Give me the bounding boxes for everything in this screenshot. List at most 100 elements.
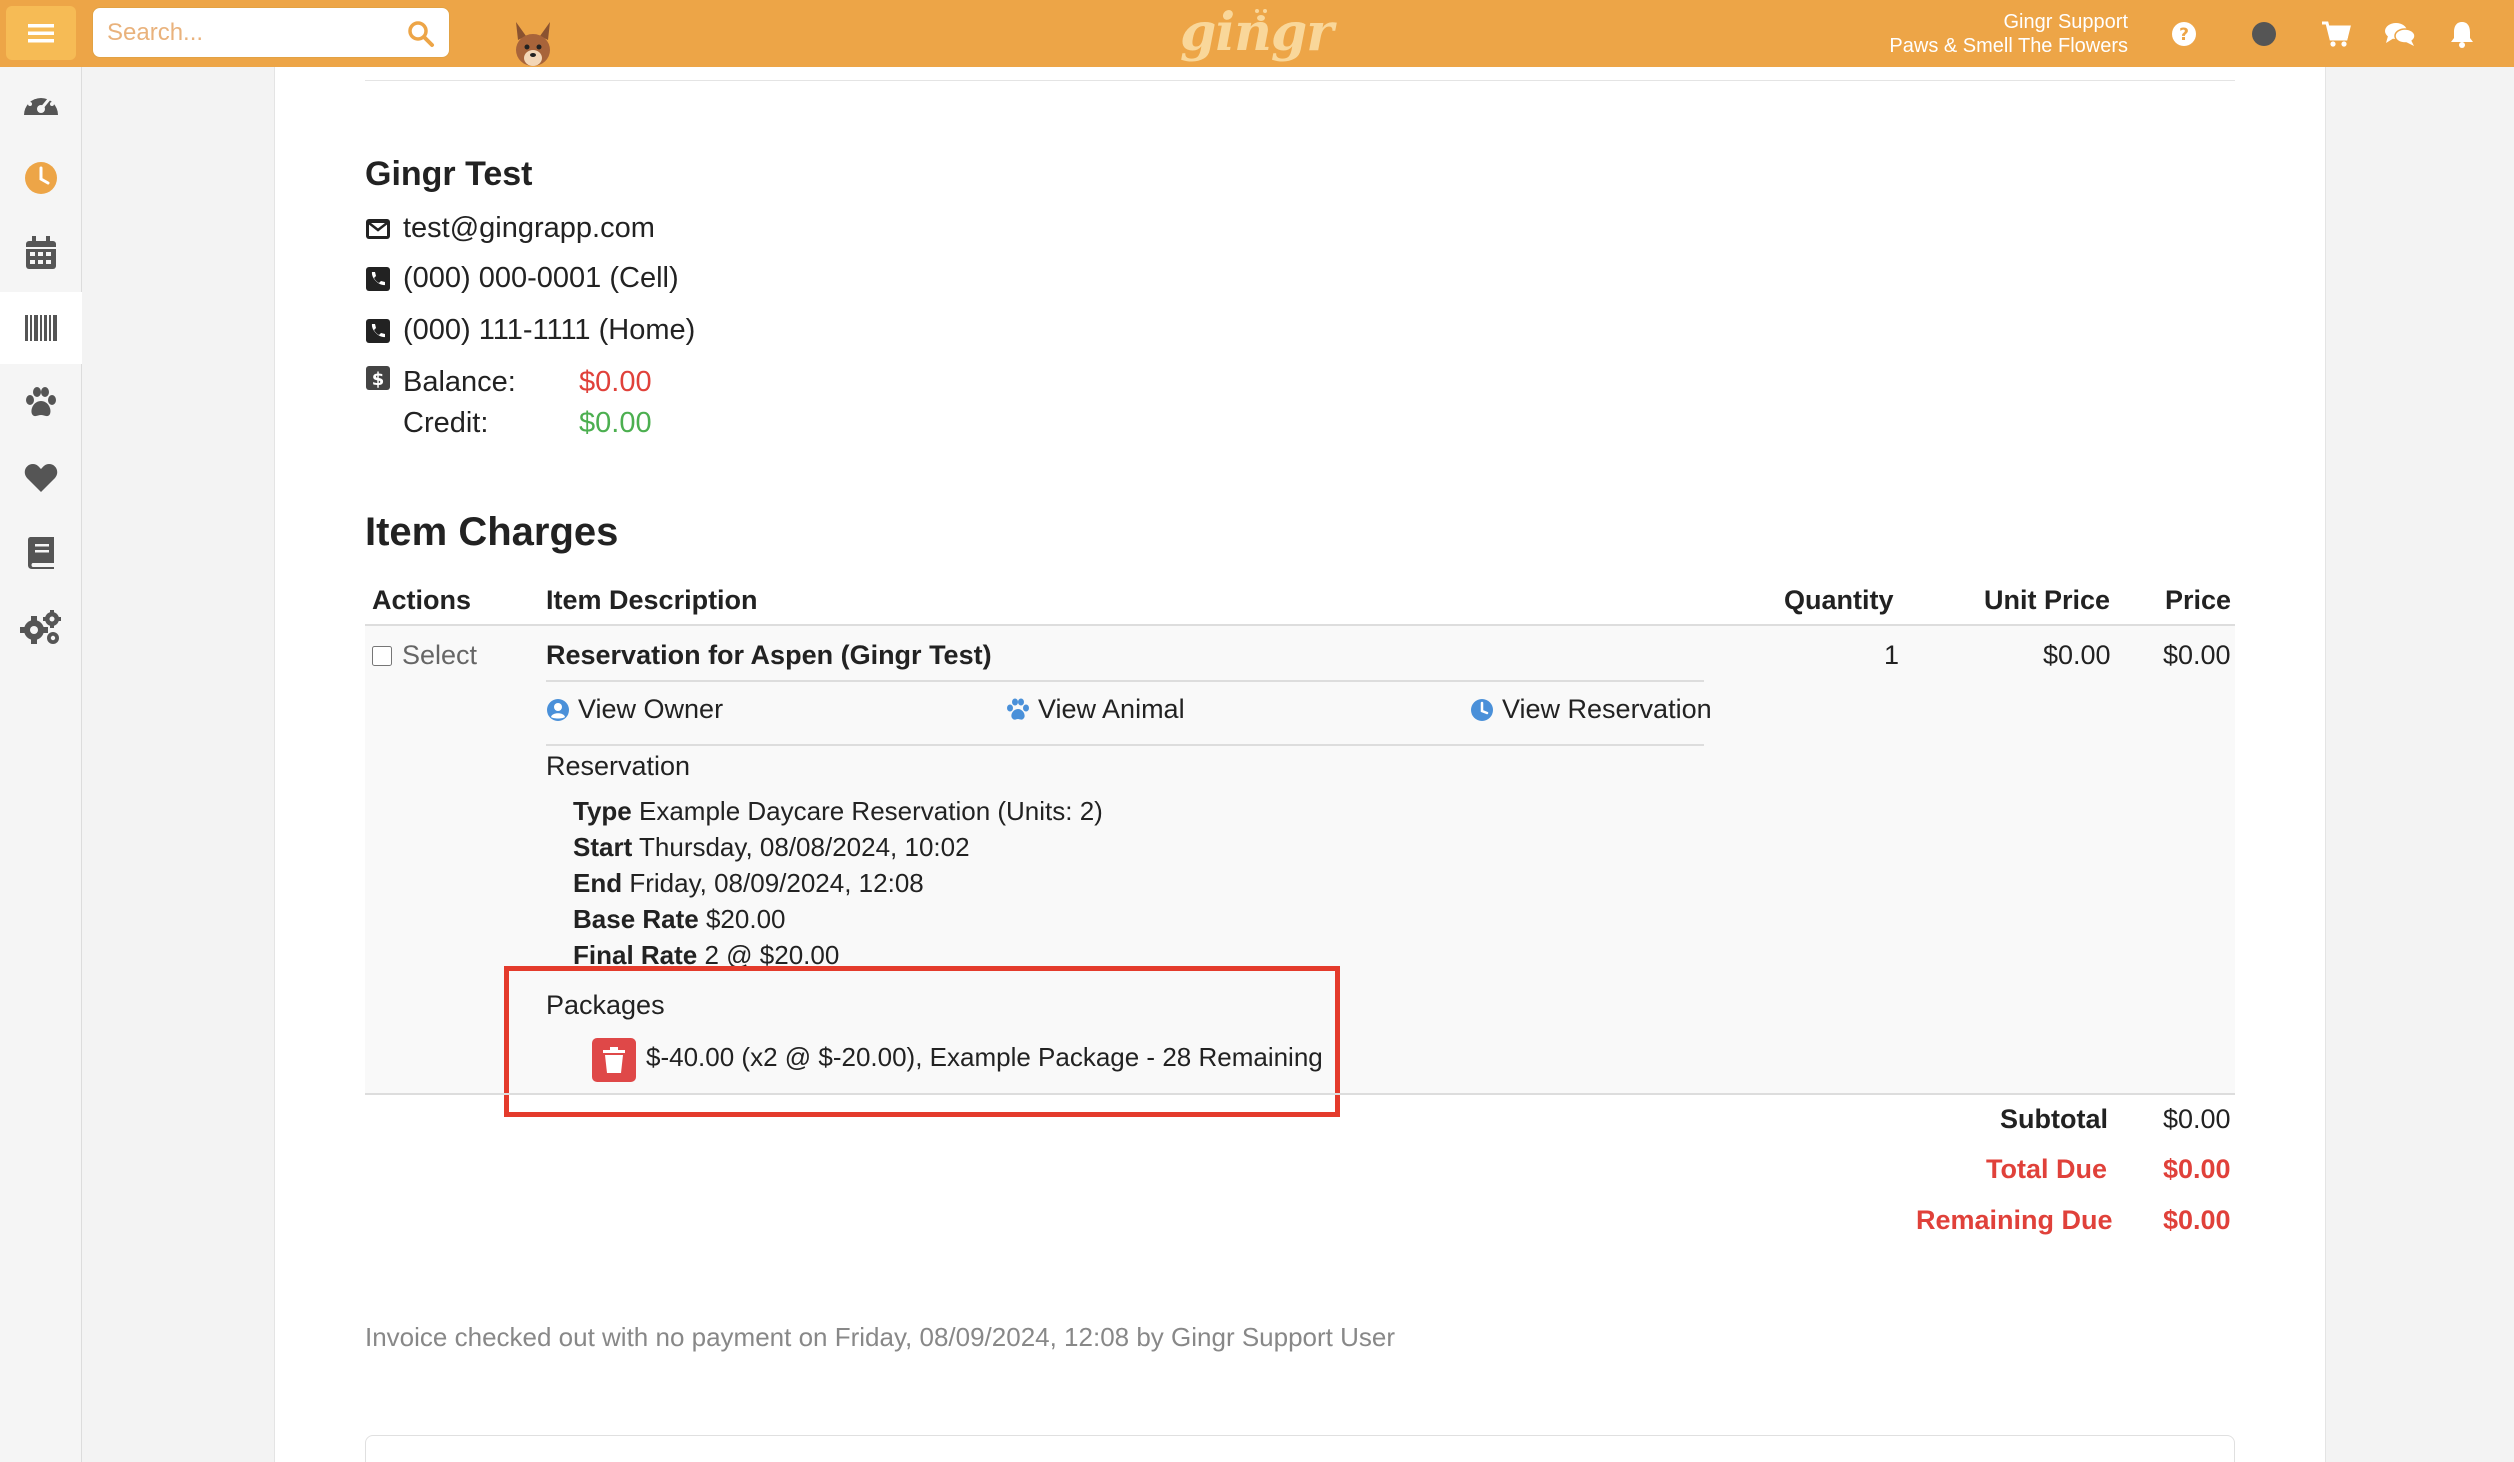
divider — [546, 680, 1704, 682]
cell-phone-row: (000) 000-0001 (Cell) — [365, 262, 679, 295]
view-animal-label: View Animal — [1038, 694, 1185, 724]
detail-type: Type Example Daycare Reservation (Units:… — [573, 796, 1103, 827]
sidebar-item-dashboard[interactable] — [0, 67, 82, 139]
column-header-quantity: Quantity — [1784, 585, 1894, 615]
detail-end: End Friday, 08/09/2024, 12:08 — [573, 868, 924, 899]
paw-icon — [26, 387, 56, 417]
item-quantity: 1 — [1884, 640, 1900, 670]
heart-icon — [24, 464, 58, 492]
cart-icon — [2322, 21, 2351, 47]
user-name: Gingr Support — [2003, 11, 2128, 33]
detail-end-label: End — [573, 868, 623, 898]
detail-base-rate-value: $20.00 — [705, 904, 786, 934]
logo-paw-icon — [1255, 9, 1267, 21]
gears-icon — [20, 610, 61, 644]
sidebar-item-reports[interactable] — [0, 517, 82, 589]
total-due-label: Total Due — [1986, 1154, 2107, 1184]
subtotal-label: Subtotal — [2000, 1104, 2108, 1134]
svg-text:$: $ — [372, 369, 385, 390]
book-icon — [28, 537, 54, 569]
calendar-icon — [26, 236, 56, 269]
sidebar-item-point-of-sale[interactable] — [0, 292, 82, 364]
view-owner-label: View Owner — [578, 694, 724, 724]
barcode-icon — [25, 315, 57, 341]
status-dot-icon — [2252, 22, 2276, 46]
clock-icon — [25, 162, 57, 194]
view-animal-link[interactable]: View Animal — [1006, 694, 1185, 725]
search-icon[interactable] — [407, 20, 435, 48]
customer-home-phone[interactable]: (000) 111-1111 (Home) — [403, 314, 695, 347]
user-block[interactable]: Gingr Support Paws & Smell The Flowers — [1889, 10, 2128, 58]
detail-start-label: Start — [573, 832, 633, 862]
detail-start-value: Thursday, 08/08/2024, 10:02 — [639, 832, 970, 862]
divider — [365, 80, 2235, 81]
svg-text:?: ? — [2179, 25, 2189, 45]
sidebar-item-admin[interactable] — [0, 592, 82, 664]
user-circle-icon — [547, 698, 569, 721]
sidebar-item-calendar[interactable] — [0, 217, 82, 289]
search-box — [92, 7, 450, 58]
item-title: Reservation for Aspen (Gingr Test) — [546, 640, 992, 670]
sidebar-item-owners[interactable] — [0, 442, 82, 514]
search-input[interactable] — [93, 8, 449, 57]
balance-label: Balance: — [403, 366, 516, 398]
paw-icon — [1007, 698, 1029, 720]
location-name: Paws & Smell The Flowers — [1889, 35, 2128, 57]
help-icon: ? — [2172, 22, 2196, 46]
column-header-description: Item Description — [546, 585, 758, 615]
help-button[interactable]: ? — [2168, 18, 2200, 50]
detail-base-rate: Base Rate $20.00 — [573, 904, 786, 935]
menu-button[interactable] — [6, 6, 76, 60]
dog-mascot-icon — [516, 22, 550, 66]
item-charges-title: Item Charges — [365, 510, 619, 554]
column-header-price: Price — [2165, 585, 2232, 615]
select-control[interactable]: Select — [372, 640, 477, 671]
balance-value: $0.00 — [579, 366, 652, 398]
column-header-unit-price: Unit Price — [1984, 585, 2111, 615]
subtotal-value: $0.00 — [2163, 1104, 2231, 1134]
top-bar: gingr Gingr Support Paws & Smell The Flo… — [0, 0, 2514, 67]
status-button[interactable] — [2248, 18, 2280, 50]
divider — [546, 744, 1704, 746]
total-due-value: $0.00 — [2163, 1154, 2231, 1184]
reservation-heading: Reservation — [546, 751, 691, 781]
detail-end-value: Friday, 08/09/2024, 12:08 — [629, 868, 924, 898]
email-row: test@gingrapp.com — [365, 212, 655, 245]
bottom-card — [365, 1435, 2235, 1462]
clock-icon — [1471, 698, 1493, 721]
detail-base-rate-label: Base Rate — [573, 904, 699, 934]
dollar-icon: $ — [366, 366, 390, 390]
remaining-due-value: $0.00 — [2163, 1205, 2231, 1235]
cart-button[interactable] — [2320, 18, 2352, 50]
view-reservation-link[interactable]: View Reservation — [1470, 694, 1712, 725]
customer-email[interactable]: test@gingrapp.com — [403, 212, 655, 245]
select-checkbox[interactable] — [372, 645, 392, 666]
credit-value: $0.00 — [579, 407, 652, 439]
item-price: $0.00 — [2163, 640, 2231, 670]
bell-icon — [2451, 22, 2473, 48]
detail-type-value: Example Daycare Reservation (Units: 2) — [639, 796, 1103, 826]
view-owner-link[interactable]: View Owner — [546, 694, 723, 725]
sidebar-item-animals[interactable] — [0, 367, 82, 439]
notifications-button[interactable] — [2446, 18, 2478, 50]
detail-type-label: Type — [573, 796, 632, 826]
detail-start: Start Thursday, 08/08/2024, 10:02 — [573, 832, 970, 863]
customer-name: Gingr Test — [365, 155, 533, 193]
phone-icon — [366, 318, 390, 343]
select-label: Select — [402, 640, 478, 670]
credit-label: Credit: — [403, 407, 489, 439]
envelope-icon — [366, 218, 390, 239]
column-header-actions: Actions — [372, 585, 472, 615]
view-reservation-label: View Reservation — [1502, 694, 1712, 724]
remaining-due-label: Remaining Due — [1916, 1205, 2113, 1235]
menu-icon — [28, 24, 54, 43]
chat-icon — [2385, 23, 2416, 46]
invoice-footnote: Invoice checked out with no payment on F… — [365, 1322, 1396, 1352]
customer-cell-phone[interactable]: (000) 000-0001 (Cell) — [403, 262, 679, 295]
home-phone-row: (000) 111-1111 (Home) — [365, 314, 695, 347]
phone-icon — [366, 266, 390, 291]
sidebar — [0, 67, 82, 1462]
item-unit-price: $0.00 — [2043, 640, 2111, 670]
sidebar-item-reservations[interactable] — [0, 142, 82, 214]
chat-button[interactable] — [2384, 18, 2416, 50]
